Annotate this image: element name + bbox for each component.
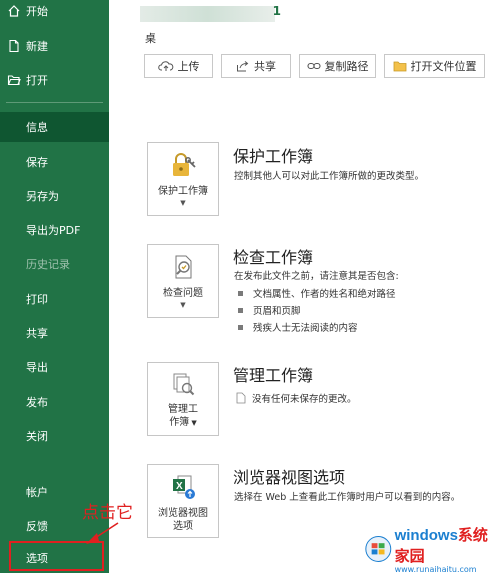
bullet-icon (238, 307, 243, 313)
sidebar-divider (6, 102, 103, 103)
bullet-text: 文档属性、作者的姓名和绝对路径 (253, 289, 396, 300)
cloud-upload-icon (157, 61, 173, 71)
link-icon (306, 62, 321, 70)
inspect-title: 检查工作簿 (233, 248, 314, 267)
manage-desc: 没有任何未保存的更改。 (252, 394, 357, 405)
manage-desc-row: 没有任何未保存的更改。 (236, 391, 357, 405)
watermark-text: windows系统家园 www.runaihaitu.com (395, 524, 497, 574)
windows-logo-icon (365, 536, 392, 562)
protect-title: 保护工作簿 (233, 147, 314, 166)
backstage-sidebar: 开始 新建 打开 信息 保存 另存为 导出为PDF 历史记录 打印 共享 导出 … (0, 0, 109, 573)
options-highlight-box (9, 541, 104, 571)
browser-view-options-button[interactable]: X 浏览器视图选项 (147, 464, 219, 538)
inspect-workbook-button[interactable]: 检查问题 ▼ (147, 244, 219, 318)
sidebar-item-print[interactable]: 打印 (0, 284, 109, 314)
inspect-desc: 在发布此文件之前，请注意其是否包含: (234, 271, 399, 282)
sidebar-item-label: 打印 (26, 293, 48, 306)
protect-button-label: 保护工作簿 (158, 186, 208, 197)
inspect-bullet: 页眉和页脚 (238, 303, 301, 317)
sidebar-item-label: 另存为 (26, 190, 59, 203)
file-path: 桌 (145, 32, 156, 45)
bullet-icon (238, 290, 243, 296)
sidebar-item-label: 共享 (26, 327, 48, 340)
sidebar-item-label: 发布 (26, 396, 48, 409)
sidebar-item-open[interactable]: 打开 (0, 65, 109, 95)
sidebar-item-label: 导出为PDF (26, 224, 81, 237)
copy-path-label: 复制路径 (324, 60, 369, 73)
sidebar-item-info[interactable]: 信息 (0, 112, 109, 142)
sidebar-item-home[interactable]: 开始 (0, 0, 109, 22)
manage-workbook-icon (169, 371, 197, 400)
open-folder-icon (7, 73, 21, 87)
open-location-button[interactable]: 打开文件位置 (384, 54, 485, 78)
share-label: 共享 (254, 60, 276, 73)
sidebar-item-share[interactable]: 共享 (0, 318, 109, 348)
sidebar-item-label: 新建 (26, 40, 48, 53)
upload-button[interactable]: 上传 (144, 54, 213, 78)
browser-button-line1: 浏览器视图 (158, 508, 208, 519)
copy-path-button[interactable]: 复制路径 (299, 54, 376, 78)
annotation-text: 点击它 (82, 503, 133, 523)
inspect-bullet: 文档属性、作者的姓名和绝对路径 (238, 286, 396, 300)
sidebar-item-export[interactable]: 导出 (0, 352, 109, 382)
sidebar-item-label: 保存 (26, 156, 48, 169)
chevron-down-icon: ▼ (189, 419, 197, 427)
sidebar-item-label: 打开 (26, 74, 48, 87)
watermark-main-a: windows (394, 527, 458, 544)
sidebar-item-label: 帐户 (26, 486, 48, 499)
share-button[interactable]: 共享 (221, 54, 291, 78)
open-location-label: 打开文件位置 (410, 60, 477, 73)
sidebar-item-close[interactable]: 关闭 (0, 421, 109, 451)
bullet-text: 页眉和页脚 (253, 306, 301, 317)
sidebar-item-publish[interactable]: 发布 (0, 387, 109, 417)
sidebar-item-label: 关闭 (26, 430, 48, 443)
chevron-down-icon: ▼ (180, 301, 186, 309)
manage-workbook-button[interactable]: 管理工作簿 ▼ (147, 362, 219, 436)
sidebar-item-label: 信息 (26, 121, 48, 134)
bullet-icon (238, 324, 243, 330)
sidebar-item-new[interactable]: 新建 (0, 31, 109, 61)
home-icon (7, 4, 21, 18)
folder-icon (393, 61, 406, 72)
sidebar-item-save[interactable]: 保存 (0, 147, 109, 177)
watermark-main: windows系统家园 (395, 524, 497, 566)
inspect-button-label: 检查问题 (163, 288, 203, 299)
protect-workbook-button[interactable]: 保护工作簿 ▼ (147, 142, 219, 216)
sidebar-item-label: 历史记录 (26, 258, 70, 271)
title-mark: 1 (272, 4, 281, 18)
protect-desc: 控制其他人可以对此工作簿所做的更改类型。 (234, 171, 425, 182)
document-icon (236, 392, 246, 404)
watermark: windows系统家园 www.runaihaitu.com (365, 524, 497, 574)
sidebar-item-label: 反馈 (26, 520, 48, 533)
browser-desc: 选择在 Web 上查看此工作簿时用户可以看到的内容。 (234, 492, 461, 503)
inspect-document-icon (169, 253, 197, 284)
sidebar-item-export-pdf[interactable]: 导出为PDF (0, 215, 109, 245)
lock-key-icon (168, 151, 198, 182)
new-file-icon (7, 39, 21, 53)
sidebar-item-label: 导出 (26, 361, 48, 374)
manage-button-line2: 作簿 (169, 417, 190, 428)
upload-label: 上传 (177, 60, 200, 73)
excel-web-icon: X (168, 473, 198, 504)
sidebar-item-label: 开始 (26, 5, 48, 18)
chevron-down-icon: ▼ (180, 199, 186, 207)
file-title-blurred: 1 (140, 4, 281, 22)
manage-title: 管理工作簿 (233, 366, 314, 385)
share-icon (237, 61, 249, 72)
manage-button-label: 管理工作簿 ▼ (168, 403, 198, 430)
browser-title: 浏览器视图选项 (233, 468, 346, 487)
sidebar-item-history: 历史记录 (0, 249, 109, 279)
bullet-text: 残疾人士无法阅读的内容 (253, 323, 358, 334)
browser-button-line2: 选项 (173, 521, 193, 532)
browser-button-label: 浏览器视图 选项 (158, 507, 208, 533)
manage-button-line1: 管理工 (168, 404, 198, 415)
inspect-bullet: 残疾人士无法阅读的内容 (238, 320, 358, 334)
svg-text:X: X (176, 481, 183, 492)
sidebar-item-save-as[interactable]: 另存为 (0, 181, 109, 211)
